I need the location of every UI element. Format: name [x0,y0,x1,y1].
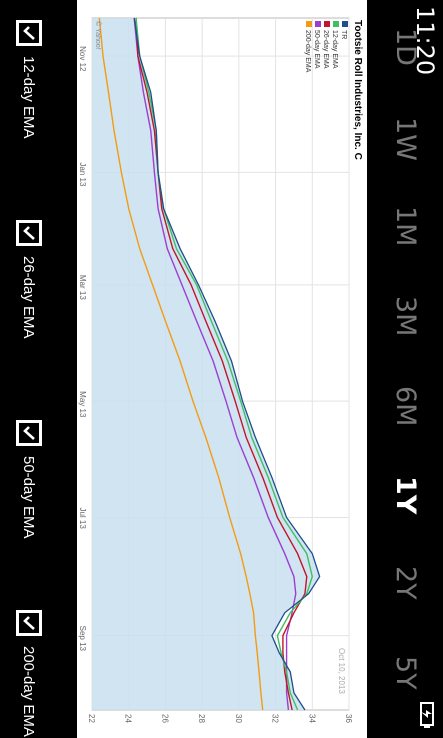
ema-toggles: 12-day EMA 26-day EMA 50-day EMA 200-day… [0,0,58,738]
legend-swatch [324,21,330,27]
checkbox[interactable] [16,220,42,246]
y-tick-label: 24 [124,714,133,723]
legend-swatch [342,21,348,27]
legend-label: 26-day EMA [322,30,329,69]
x-tick-label: Jul 13 [78,507,87,529]
range-1d[interactable]: 1D [390,28,421,66]
check-icon [23,26,35,40]
toggle-200-day-ema[interactable]: 200-day EMA [14,610,44,737]
checkbox[interactable] [16,610,42,636]
range-1w[interactable]: 1W [390,117,421,161]
chart-date-label: Oct 10, 2013 [337,648,346,694]
toggle-label: 26-day EMA [20,256,38,339]
range-3m[interactable]: 3M [390,296,421,336]
range-2y[interactable]: 2Y [390,566,421,600]
range-5y[interactable]: 5Y [390,656,421,690]
y-tick-label: 26 [160,714,169,723]
check-icon [23,226,35,240]
x-tick-label: May 13 [78,391,87,418]
y-tick-label: 22 [87,714,96,723]
checkbox[interactable] [16,20,42,46]
y-tick-label: 30 [234,714,243,723]
checkbox[interactable] [16,420,42,446]
legend-swatch [315,21,321,27]
x-tick-label: Mar 13 [78,275,87,300]
toggle-12-day-ema[interactable]: 12-day EMA [14,20,44,139]
range-1y[interactable]: 1Y [390,476,421,514]
range-selector: 1D 1W 1M 3M 6M 1Y 2Y 5Y [373,0,443,738]
y-tick-label: 36 [344,714,353,723]
x-tick-label: Nov 12 [78,46,87,72]
legend-swatch [333,21,339,27]
chart-frame: 22 24 26 28 30 32 34 36 Nov 12 Jan 13 Mar 13 May 13… [77,0,367,738]
y-tick-label: 34 [307,714,316,723]
y-tick-label: 32 [271,714,280,723]
range-1m[interactable]: 1M [390,206,421,246]
legend-label: 200-day EMA [304,30,311,73]
chart-credit: © Yahoo! [94,21,102,50]
y-tick-label: 28 [197,714,206,723]
toggle-50-day-ema[interactable]: 50-day EMA [14,420,44,539]
legend-label: 50-day EMA [313,30,320,69]
toggle-26-day-ema[interactable]: 26-day EMA [14,220,44,339]
stock-chart: 22 24 26 28 30 32 34 36 Nov 12 Jan 13 Mar 13 May 13… [78,17,363,723]
chart-title: Tootsie Roll Industries, Inc. C [352,20,363,160]
landscape-stage: 11:20 1D 1W 1M 3M 6M 1Y 2Y 5Y 22 24 26 28 30… [0,0,443,738]
range-6m[interactable]: 6M [390,386,421,426]
legend-label: TR [340,30,347,39]
toggle-label: 12-day EMA [20,56,38,139]
x-tick-label: Sep 13 [78,626,87,652]
check-icon [23,616,35,630]
legend-label: 12-day EMA [331,30,338,69]
x-tick-label: Jan 13 [78,162,87,187]
legend-swatch [306,21,312,27]
check-icon [23,426,35,440]
toggle-label: 50-day EMA [20,456,38,539]
toggle-label: 200-day EMA [20,646,38,737]
